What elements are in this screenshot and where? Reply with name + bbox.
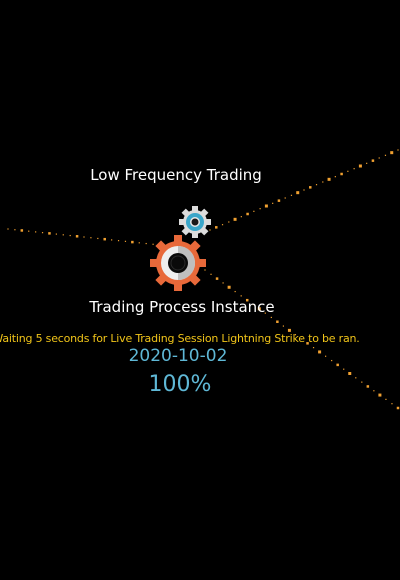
large-gear-icon — [150, 235, 206, 291]
gears-graphic — [150, 206, 211, 291]
page-title: Low Frequency Trading — [90, 166, 262, 184]
small-gear-icon — [179, 206, 211, 238]
progress-percent: 100% — [148, 372, 212, 397]
session-date: 2020-10-02 — [128, 346, 228, 366]
process-subtitle: Trading Process Instance — [89, 298, 275, 316]
status-message: Waiting 5 seconds for Live Trading Sessi… — [0, 332, 360, 345]
